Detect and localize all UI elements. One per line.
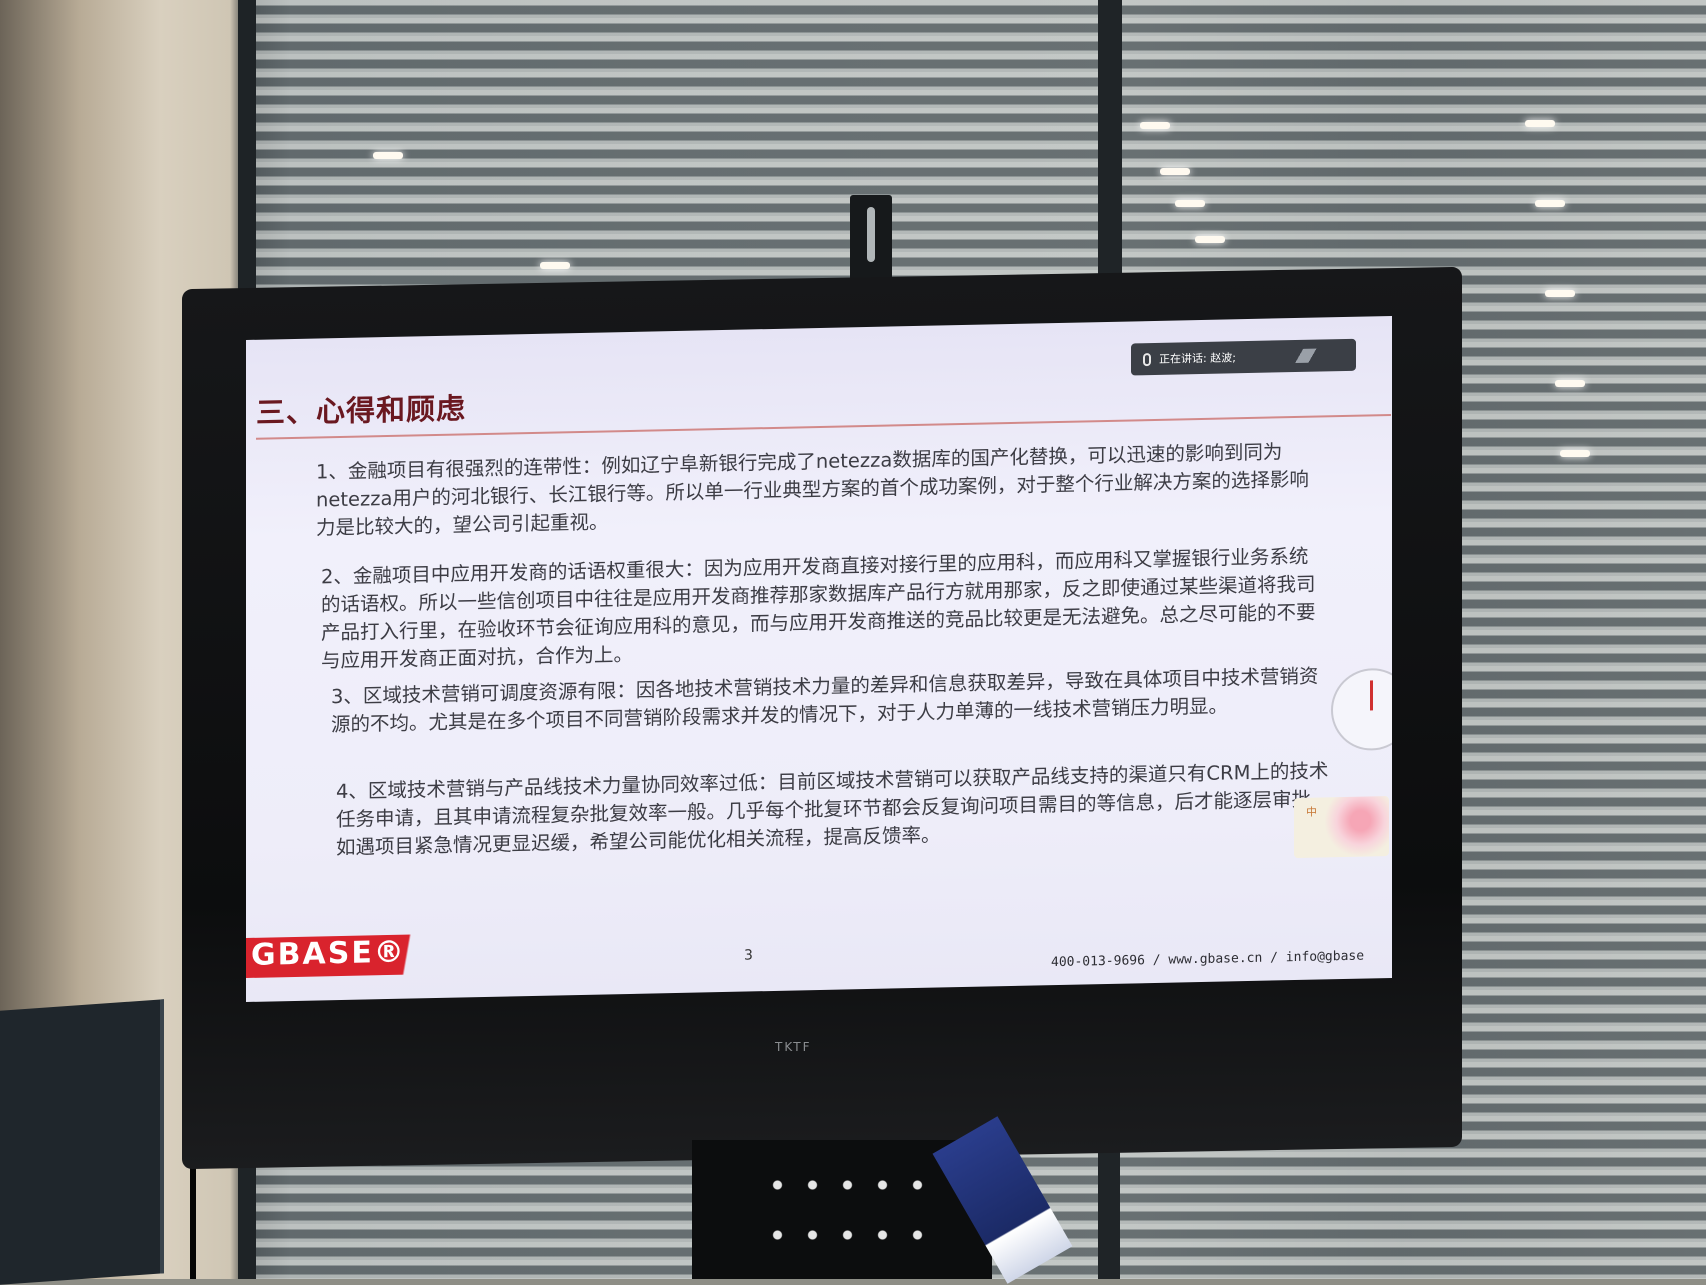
ceiling-light [1195, 236, 1225, 243]
page-number: 3 [744, 947, 753, 964]
ceiling-light [1140, 122, 1170, 129]
ceiling-light [1160, 168, 1190, 175]
presentation-screen: 正在讲话: 赵波; 三、心得和顾虑 1、金融项目有很强烈的连带性：例如辽宁阜新银… [246, 315, 1392, 1002]
speaking-indicator: 正在讲话: 赵波; [1131, 338, 1356, 376]
ceiling-light [1525, 120, 1555, 127]
window-frame [1098, 0, 1122, 300]
ceiling-light [1555, 380, 1585, 387]
footer-contact: 400-013-9696 / www.gbase.cn / info@gbase [1051, 948, 1365, 971]
desktop-widget[interactable]: 中 [1294, 796, 1389, 859]
microphone-icon [1143, 352, 1151, 366]
slide-paragraph-3: 3、区域技术营销可调度资源有限：因各地技术营销技术力量的差异和信息获取差异，导致… [331, 664, 1319, 737]
slide-paragraph-4: 4、区域技术营销与产品线技术力量协同效率过低：目前区域技术营销可以获取产品线支持… [336, 759, 1331, 860]
ceiling-light [1545, 290, 1575, 297]
speaker-avatar-icon [1290, 348, 1326, 364]
slide-paragraph-1: 1、金融项目有很强烈的连带性：例如辽宁阜新银行完成了netezza数据库的国产化… [316, 440, 1309, 540]
wall-mount-bracket [850, 195, 892, 285]
slide-paragraph-2: 2、金融项目中应用开发商的话语权重很大：因为应用开发商直接对接行里的应用科，而应… [321, 544, 1316, 673]
clock-widget-icon[interactable] [1331, 667, 1392, 752]
stand-vent-holes [760, 1160, 930, 1250]
gbase-logo: GBASE® [251, 934, 406, 973]
slide-title: 三、心得和顾虑 [256, 391, 467, 430]
ceiling-light [1175, 200, 1205, 207]
tv-brand-label: TKTF [775, 1040, 812, 1054]
clock-hand [1370, 680, 1373, 711]
ceiling-light [373, 152, 403, 159]
laptop-screen [0, 999, 164, 1285]
widget-char: 中 [1306, 805, 1317, 819]
ceiling-light [540, 262, 570, 269]
speaking-label: 正在讲话: 赵波; [1159, 351, 1236, 366]
ceiling-light [1560, 450, 1590, 457]
ceiling-light [1535, 200, 1565, 207]
